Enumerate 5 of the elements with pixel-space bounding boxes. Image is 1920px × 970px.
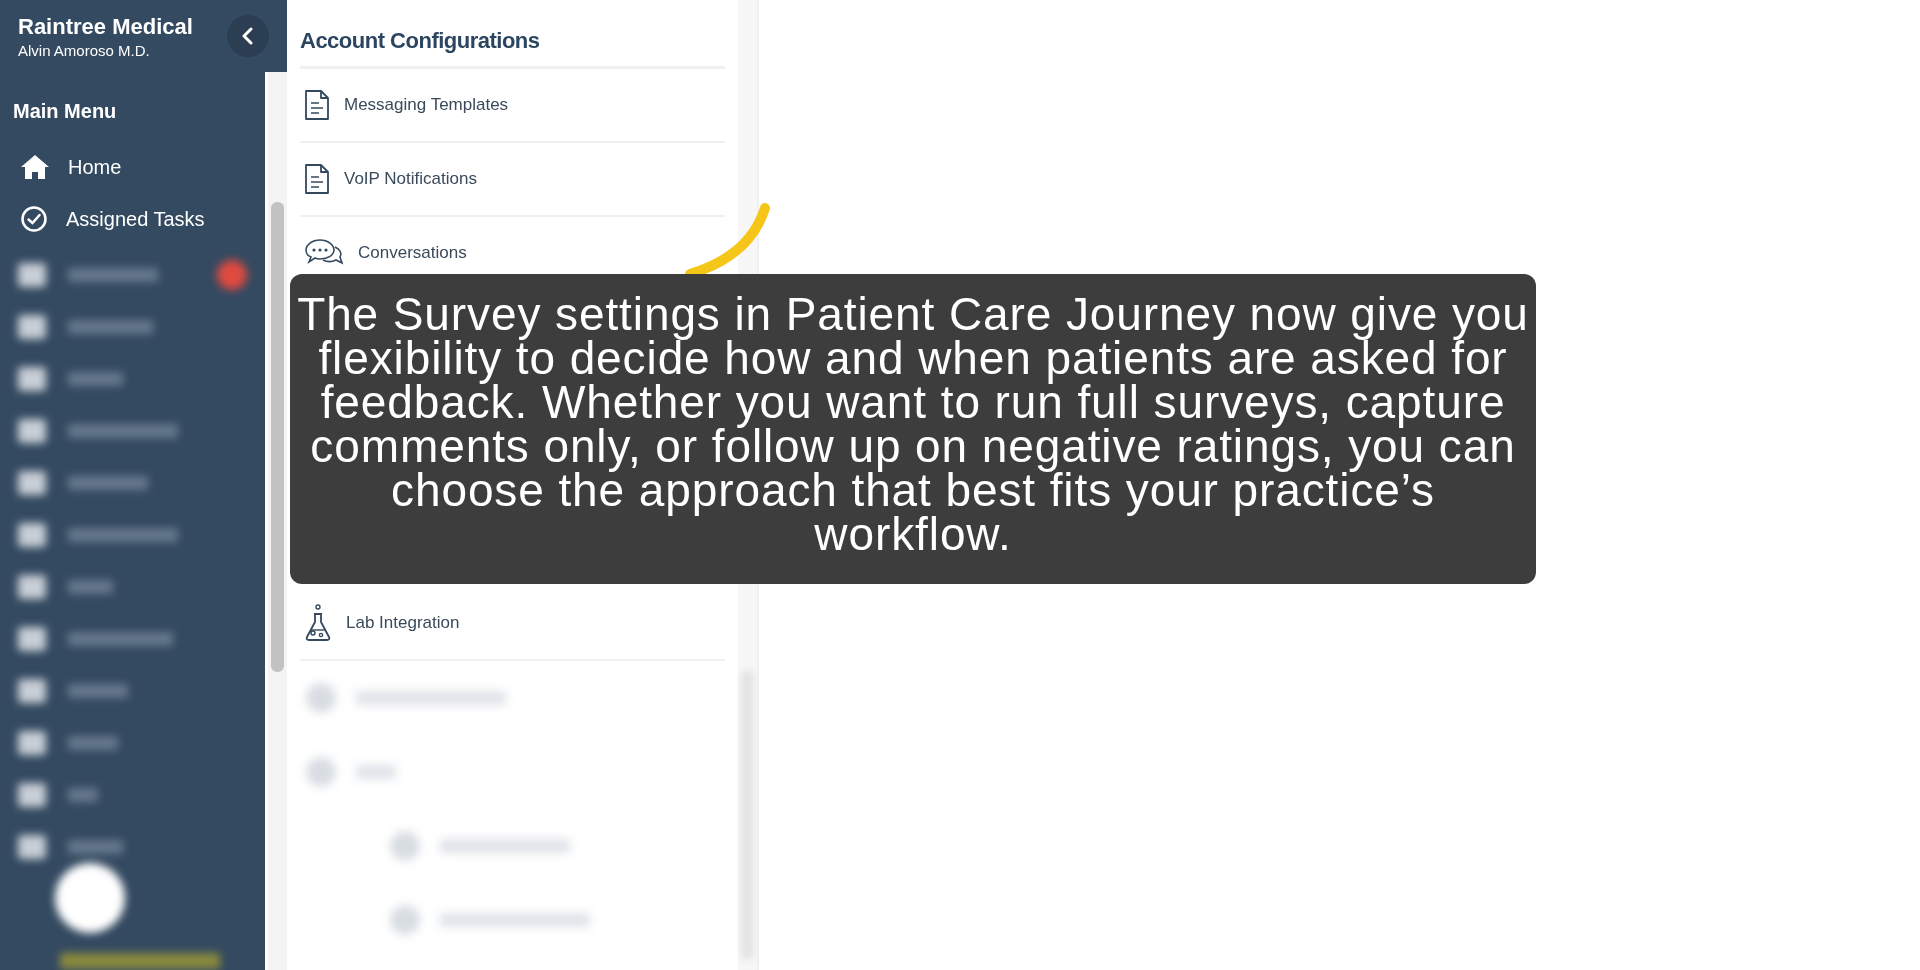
brand-name: Raintree Medical <box>18 13 193 40</box>
user-name: Alvin Amoroso M.D. <box>18 41 151 59</box>
panel-title: Account Configurations <box>300 28 725 69</box>
tutorial-tooltip: The Survey settings in Patient Care Journey now give you flexibility to decide how and when patients are asked for feedback. Whether you want to run full surveys, capture comments only, or follow up on negative ratings, you can choose the approach that best fits your practice’s workflow. <box>290 274 1536 584</box>
menu-title: Main Menu <box>12 100 118 123</box>
